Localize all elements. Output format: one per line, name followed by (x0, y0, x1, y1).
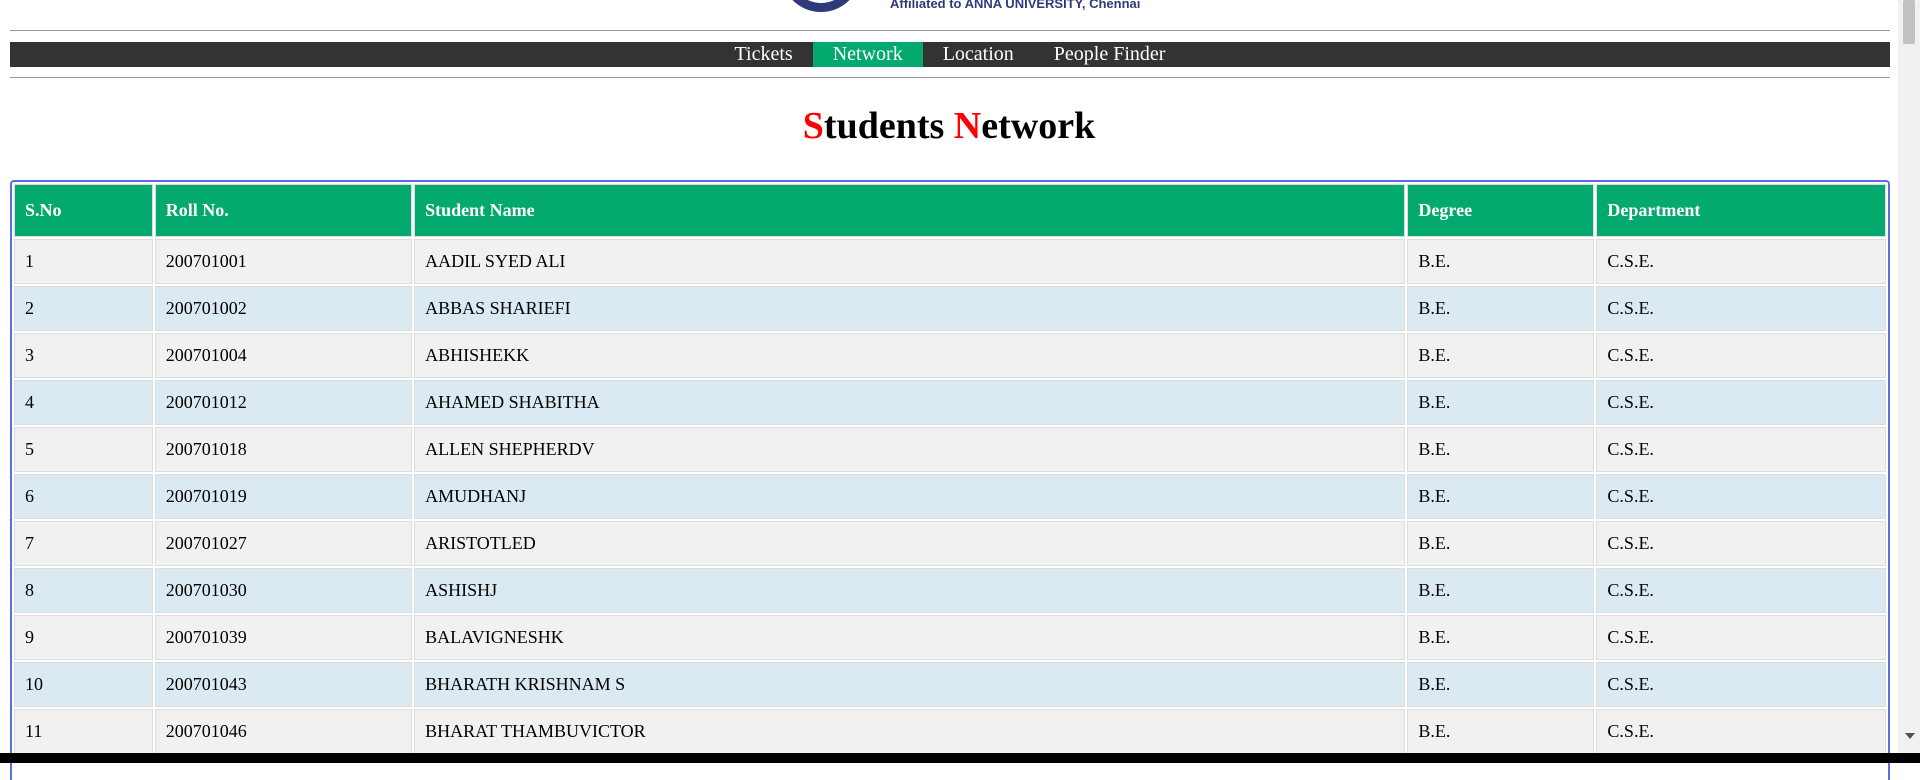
cell-degree: B.E. (1407, 662, 1595, 707)
cell-department: C.S.E. (1596, 474, 1886, 519)
affiliation-text: Affiliated to ANNA UNIVERSITY, Chennai (890, 0, 1141, 11)
nav-location[interactable]: Location (923, 42, 1034, 67)
cell-degree: B.E. (1407, 474, 1595, 519)
header-student-name: Student Name (414, 184, 1406, 237)
cell-sno: 6 (14, 474, 153, 519)
header-degree: Degree (1407, 184, 1595, 237)
nav-divider (10, 77, 1890, 78)
table-header-row: S.No Roll No. Student Name Degree Depart… (14, 184, 1886, 237)
cell-degree: B.E. (1407, 380, 1595, 425)
cell-sno: 4 (14, 380, 153, 425)
cell-student-name: ABHISHEKK (414, 333, 1406, 378)
cell-student-name: ASHISHJ (414, 568, 1406, 613)
cell-roll-no: 200701027 (154, 521, 413, 566)
students-table-container: S.No Roll No. Student Name Degree Depart… (10, 180, 1890, 780)
cell-degree: B.E. (1407, 239, 1595, 284)
cell-student-name: AHAMED SHABITHA (414, 380, 1406, 425)
cell-roll-no: 200701002 (154, 286, 413, 331)
table-row: 8 200701030 ASHISHJ B.E. C.S.E. (14, 568, 1886, 613)
cell-roll-no: 200701046 (154, 709, 413, 754)
table-row: 11 200701046 BHARAT THAMBUVICTOR B.E. C.… (14, 709, 1886, 754)
title-word-network: etwork (981, 105, 1096, 147)
cell-department: C.S.E. (1596, 615, 1886, 660)
cell-degree: B.E. (1407, 286, 1595, 331)
nav-people-finder[interactable]: People Finder (1034, 42, 1186, 67)
cell-sno: 8 (14, 568, 153, 613)
cell-student-name: BHARATH KRISHNAM S (414, 662, 1406, 707)
table-row: 9 200701039 BALAVIGNESHK B.E. C.S.E. (14, 615, 1886, 660)
table-row: 6 200701019 AMUDHANJ B.E. C.S.E. (14, 474, 1886, 519)
cell-department: C.S.E. (1596, 380, 1886, 425)
cell-department: C.S.E. (1596, 662, 1886, 707)
main-nav: Tickets Network Location People Finder (10, 42, 1890, 67)
cell-student-name: AADIL SYED ALI (414, 239, 1406, 284)
nav-network[interactable]: Network (812, 42, 923, 67)
table-row: 7 200701027 ARISTOTLED B.E. C.S.E. (14, 521, 1886, 566)
cell-department: C.S.E. (1596, 333, 1886, 378)
cell-roll-no: 200701004 (154, 333, 413, 378)
cell-department: C.S.E. (1596, 427, 1886, 472)
cell-sno: 5 (14, 427, 153, 472)
header-roll-no: Roll No. (154, 184, 413, 237)
cell-student-name: AMUDHANJ (414, 474, 1406, 519)
cell-degree: B.E. (1407, 333, 1595, 378)
page-title: Students Network (0, 104, 1898, 148)
cell-roll-no: 200701001 (154, 239, 413, 284)
table-row: 5 200701018 ALLEN SHEPHERDV B.E. C.S.E. (14, 427, 1886, 472)
cell-sno: 10 (14, 662, 153, 707)
college-logo (781, 0, 861, 12)
title-initial-n: N (953, 105, 982, 147)
cell-sno: 3 (14, 333, 153, 378)
cell-student-name: BHARAT THAMBUVICTOR (414, 709, 1406, 754)
cell-sno: 1 (14, 239, 153, 284)
cell-sno: 7 (14, 521, 153, 566)
cell-department: C.S.E. (1596, 709, 1886, 754)
cell-student-name: ABBAS SHARIEFI (414, 286, 1406, 331)
cell-roll-no: 200701019 (154, 474, 413, 519)
cell-department: C.S.E. (1596, 568, 1886, 613)
nav-tickets[interactable]: Tickets (715, 42, 813, 67)
title-word-students: tudents (823, 105, 945, 147)
cell-roll-no: 200701012 (154, 380, 413, 425)
cell-sno: 11 (14, 709, 153, 754)
cell-student-name: BALAVIGNESHK (414, 615, 1406, 660)
cell-sno: 2 (14, 286, 153, 331)
cell-degree: B.E. (1407, 521, 1595, 566)
cell-roll-no: 200701043 (154, 662, 413, 707)
cell-roll-no: 200701018 (154, 427, 413, 472)
cell-student-name: ALLEN SHEPHERDV (414, 427, 1406, 472)
cell-sno: 9 (14, 615, 153, 660)
table-row: 2 200701002 ABBAS SHARIEFI B.E. C.S.E. (14, 286, 1886, 331)
header-department: Department (1596, 184, 1886, 237)
cell-roll-no: 200701039 (154, 615, 413, 660)
header-sno: S.No (14, 184, 153, 237)
cell-student-name: ARISTOTLED (414, 521, 1406, 566)
cell-department: C.S.E. (1596, 521, 1886, 566)
cell-roll-no: 200701030 (154, 568, 413, 613)
scrollbar-thumb[interactable] (1903, 0, 1915, 44)
cell-degree: B.E. (1407, 568, 1595, 613)
table-row: 1 200701001 AADIL SYED ALI B.E. C.S.E. (14, 239, 1886, 284)
header-divider (10, 30, 1890, 31)
scroll-down-arrow-icon[interactable] (1905, 733, 1915, 739)
table-row: 4 200701012 AHAMED SHABITHA B.E. C.S.E. (14, 380, 1886, 425)
table-row: 3 200701004 ABHISHEKK B.E. C.S.E. (14, 333, 1886, 378)
students-table: S.No Roll No. Student Name Degree Depart… (12, 182, 1888, 756)
cell-degree: B.E. (1407, 427, 1595, 472)
window-bottom-edge (0, 753, 1920, 763)
cell-degree: B.E. (1407, 709, 1595, 754)
table-row: 10 200701043 BHARATH KRISHNAM S B.E. C.S… (14, 662, 1886, 707)
page-scrollbar[interactable] (1898, 0, 1920, 753)
cell-department: C.S.E. (1596, 286, 1886, 331)
cell-department: C.S.E. (1596, 239, 1886, 284)
cell-degree: B.E. (1407, 615, 1595, 660)
title-initial-s: S (802, 105, 824, 147)
